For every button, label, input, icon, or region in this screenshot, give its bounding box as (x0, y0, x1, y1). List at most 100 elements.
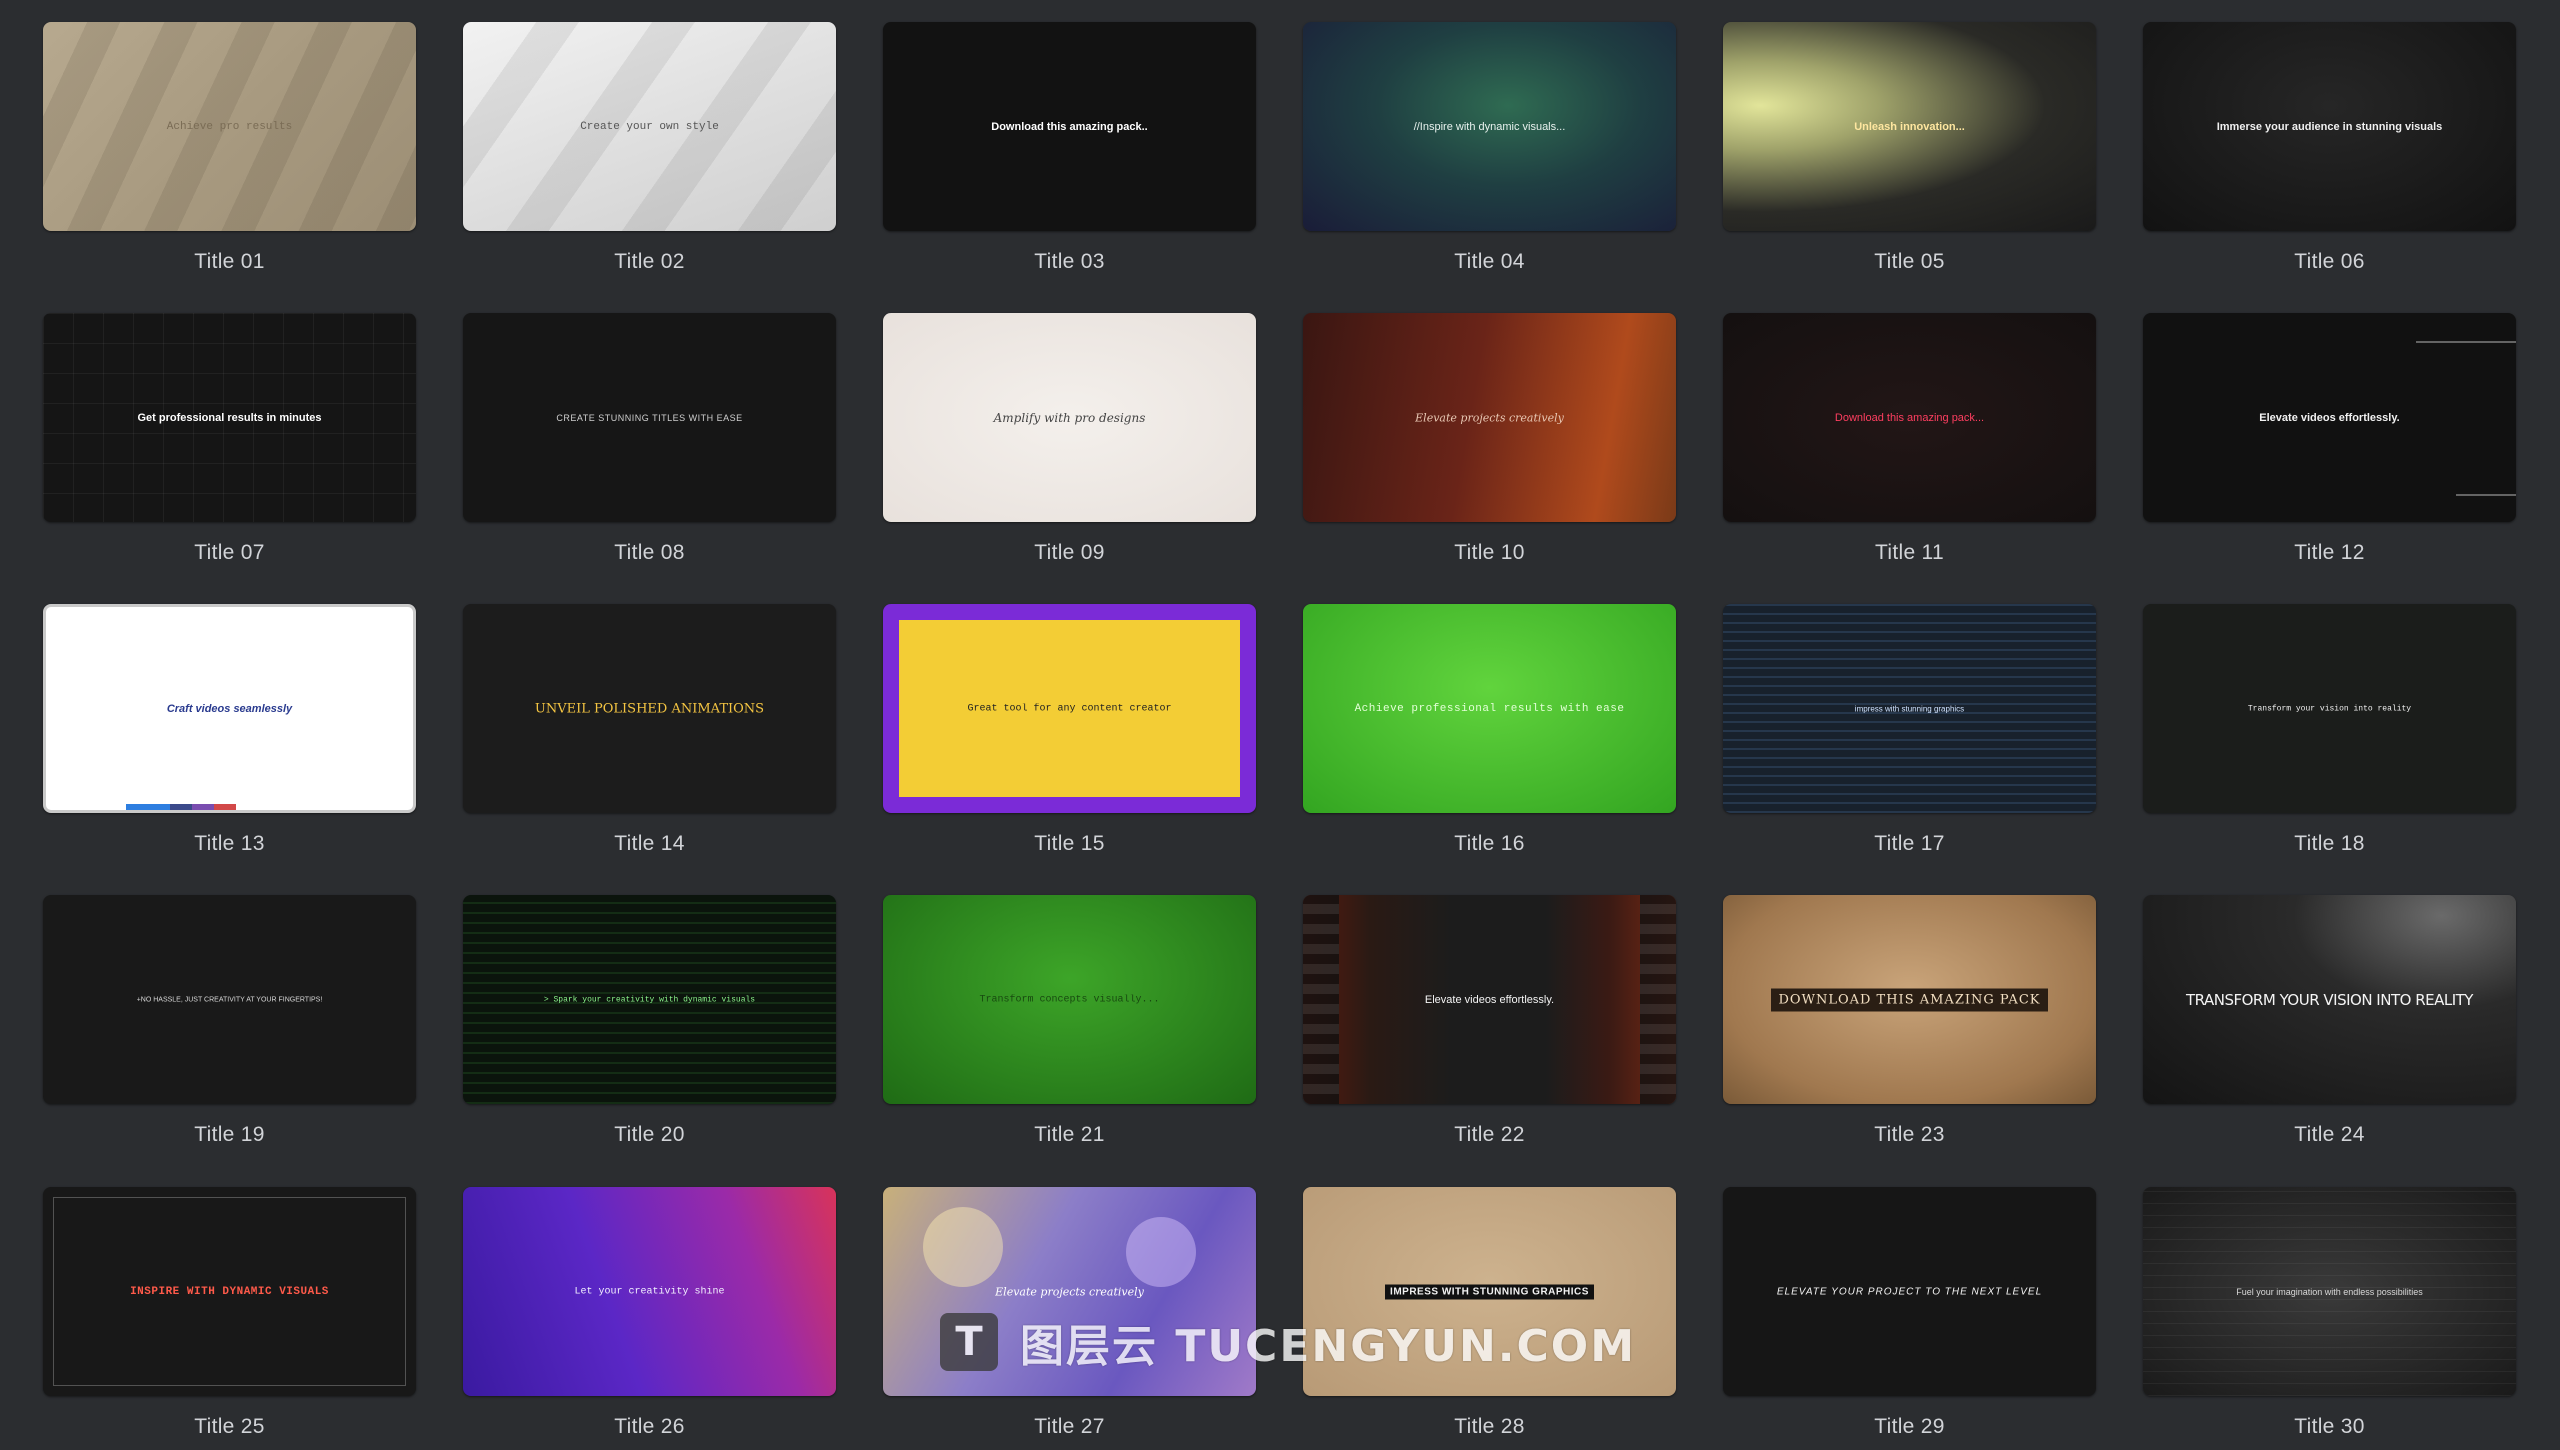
thumbnail[interactable]: Achieve pro results (43, 22, 416, 231)
title-tile-24[interactable]: TRANSFORM YOUR VISION INTO REALITY Title… (2143, 895, 2516, 1146)
thumbnail[interactable]: +NO HASSLE, JUST CREATIVITY AT YOUR FING… (43, 895, 416, 1104)
tile-caption: Title 09 (1034, 541, 1105, 564)
title-tile-09[interactable]: Amplify with pro designs Title 09 (883, 313, 1256, 564)
thumbnail-text: Unleash innovation... (1854, 120, 1965, 133)
thumbnail-text: Fuel your imagination with endless possi… (2236, 1286, 2423, 1297)
thumbnail[interactable]: Fuel your imagination with endless possi… (2143, 1187, 2516, 1396)
thumbnail-text: Immerse your audience in stunning visual… (2216, 120, 2443, 133)
thumbnail[interactable]: Craft videos seamlessly (43, 604, 416, 813)
thumbnail-text: ELEVATE YOUR PROJECT TO THE NEXT LEVEL (1776, 1286, 2043, 1297)
thumbnail[interactable]: Transform your vision into reality (2143, 604, 2516, 813)
title-tile-22[interactable]: Elevate videos effortlessly. Title 22 (1303, 895, 1676, 1146)
thumbnail-text: impress with stunning graphics (1854, 704, 1965, 713)
thumbnail-text: //Inspire with dynamic visuals... (1413, 120, 1566, 133)
title-tile-12[interactable]: Elevate videos effortlessly. Title 12 (2143, 313, 2516, 564)
title-tile-27[interactable]: Elevate projects creatively Title 27 (883, 1187, 1256, 1438)
thumbnail-text: Craft videos seamlessly (166, 702, 293, 715)
thumbnail[interactable]: Download this amazing pack.. (883, 22, 1256, 231)
thumbnail-text: +NO HASSLE, JUST CREATIVITY AT YOUR FING… (136, 996, 323, 1003)
thumbnail-text: Transform your vision into reality (2247, 704, 2412, 713)
thumbnail[interactable]: Elevate projects creatively (883, 1187, 1256, 1396)
thumbnail[interactable]: Elevate projects creatively (1303, 313, 1676, 522)
title-tile-02[interactable]: Create your own style Title 02 (463, 22, 836, 273)
title-tile-25[interactable]: INSPIRE WITH DYNAMIC VISUALS Title 25 (43, 1187, 416, 1438)
thumbnail[interactable]: UNVEIL POLISHED ANIMATIONS (463, 604, 836, 813)
thumbnail[interactable]: IMPRESS WITH STUNNING GRAPHICS (1303, 1187, 1676, 1396)
thumbnail[interactable]: CREATE STUNNING TITLES WITH EASE (463, 313, 836, 522)
tile-caption: Title 11 (1875, 541, 1944, 564)
thumbnail[interactable]: Create your own style (463, 22, 836, 231)
tile-caption: Title 15 (1034, 832, 1105, 855)
thumbnail-text: UNVEIL POLISHED ANIMATIONS (534, 701, 765, 716)
title-tile-14[interactable]: UNVEIL POLISHED ANIMATIONS Title 14 (463, 604, 836, 855)
title-tile-06[interactable]: Immerse your audience in stunning visual… (2143, 22, 2516, 273)
tile-caption: Title 25 (194, 1415, 265, 1438)
thumbnail[interactable]: DOWNLOAD THIS AMAZING PACK (1723, 895, 2096, 1104)
tile-caption: Title 26 (614, 1415, 685, 1438)
title-tile-26[interactable]: Let your creativity shine Title 26 (463, 1187, 836, 1438)
thumbnail[interactable]: impress with stunning graphics (1723, 604, 2096, 813)
thumbnail[interactable]: Let your creativity shine (463, 1187, 836, 1396)
thumbnail[interactable]: Transform concepts visually... (883, 895, 1256, 1104)
title-tile-17[interactable]: impress with stunning graphics Title 17 (1723, 604, 2096, 855)
tile-caption: Title 18 (2294, 832, 2365, 855)
tile-caption: Title 07 (194, 541, 265, 564)
thumbnail[interactable]: //Inspire with dynamic visuals... (1303, 22, 1676, 231)
thumbnail[interactable]: > Spark your creativity with dynamic vis… (463, 895, 836, 1104)
thumbnail[interactable]: Amplify with pro designs (883, 313, 1256, 522)
thumbnail-text: Achieve professional results with ease (1354, 702, 1625, 715)
thumbnail[interactable]: Achieve professional results with ease (1303, 604, 1676, 813)
title-tile-07[interactable]: Get professional results in minutes Titl… (43, 313, 416, 564)
thumbnail-text: CREATE STUNNING TITLES WITH EASE (556, 412, 743, 423)
thumbnail-text-label: DOWNLOAD THIS AMAZING PACK (1770, 988, 2049, 1011)
thumbnail-text: Download this amazing pack.. (991, 120, 1148, 133)
tile-caption: Title 27 (1034, 1415, 1105, 1438)
tile-caption: Title 19 (194, 1123, 265, 1146)
thumbnail[interactable]: Elevate videos effortlessly. (1303, 895, 1676, 1104)
title-tile-21[interactable]: Transform concepts visually... Title 21 (883, 895, 1256, 1146)
thumbnail[interactable]: Elevate videos effortlessly. (2143, 313, 2516, 522)
tile-caption: Title 12 (2294, 541, 2365, 564)
title-tile-18[interactable]: Transform your vision into reality Title… (2143, 604, 2516, 855)
thumbnail-text: INSPIRE WITH DYNAMIC VISUALS (130, 1285, 329, 1298)
tile-caption: Title 04 (1454, 250, 1525, 273)
title-tile-16[interactable]: Achieve professional results with ease T… (1303, 604, 1676, 855)
thumbnail[interactable]: TRANSFORM YOUR VISION INTO REALITY (2143, 895, 2516, 1104)
thumbnail[interactable]: Get professional results in minutes (43, 313, 416, 522)
title-tile-11[interactable]: Download this amazing pack... Title 11 (1723, 313, 2096, 564)
thumbnail-text: Elevate projects creatively (1415, 411, 1564, 424)
thumbnail-text: Great tool for any content creator (967, 703, 1172, 714)
thumbnail[interactable]: Great tool for any content creator (883, 604, 1256, 813)
title-tile-08[interactable]: CREATE STUNNING TITLES WITH EASE Title 0… (463, 313, 836, 564)
title-tile-23[interactable]: DOWNLOAD THIS AMAZING PACK Title 23 (1723, 895, 2096, 1146)
title-tile-15[interactable]: Great tool for any content creator Title… (883, 604, 1256, 855)
title-tile-29[interactable]: ELEVATE YOUR PROJECT TO THE NEXT LEVEL T… (1723, 1187, 2096, 1438)
title-tile-10[interactable]: Elevate projects creatively Title 10 (1303, 313, 1676, 564)
tile-caption: Title 22 (1454, 1123, 1525, 1146)
tile-caption: Title 17 (1874, 832, 1945, 855)
tile-caption: Title 29 (1874, 1415, 1945, 1438)
tile-caption: Title 06 (2294, 250, 2365, 273)
thumbnail[interactable]: Immerse your audience in stunning visual… (2143, 22, 2516, 231)
title-tile-04[interactable]: //Inspire with dynamic visuals... Title … (1303, 22, 1676, 273)
tile-caption: Title 08 (614, 541, 685, 564)
title-tile-05[interactable]: Unleash innovation... Title 05 (1723, 22, 2096, 273)
title-tile-03[interactable]: Download this amazing pack.. Title 03 (883, 22, 1256, 273)
title-tile-20[interactable]: > Spark your creativity with dynamic vis… (463, 895, 836, 1146)
title-tile-19[interactable]: +NO HASSLE, JUST CREATIVITY AT YOUR FING… (43, 895, 416, 1146)
thumbnail-text: Elevate videos effortlessly. (2259, 411, 2400, 424)
thumbnail-text: Let your creativity shine (574, 1286, 725, 1297)
title-tile-30[interactable]: Fuel your imagination with endless possi… (2143, 1187, 2516, 1438)
thumbnail-text: Transform concepts visually... (979, 994, 1160, 1005)
title-tile-01[interactable]: Achieve pro results Title 01 (43, 22, 416, 273)
thumbnail-text: Create your own style (580, 120, 719, 133)
thumbnail-text: > Spark your creativity with dynamic vis… (543, 995, 756, 1004)
thumbnail[interactable]: ELEVATE YOUR PROJECT TO THE NEXT LEVEL (1723, 1187, 2096, 1396)
thumbnail-text: Achieve pro results (166, 120, 293, 133)
thumbnail[interactable]: Download this amazing pack... (1723, 313, 2096, 522)
thumbnail-text: DOWNLOAD THIS AMAZING PACK (1723, 988, 2096, 1011)
title-tile-28[interactable]: IMPRESS WITH STUNNING GRAPHICS Title 28 (1303, 1187, 1676, 1438)
thumbnail[interactable]: Unleash innovation... (1723, 22, 2096, 231)
title-tile-13[interactable]: Craft videos seamlessly Title 13 (43, 604, 416, 855)
thumbnail[interactable]: INSPIRE WITH DYNAMIC VISUALS (43, 1187, 416, 1396)
